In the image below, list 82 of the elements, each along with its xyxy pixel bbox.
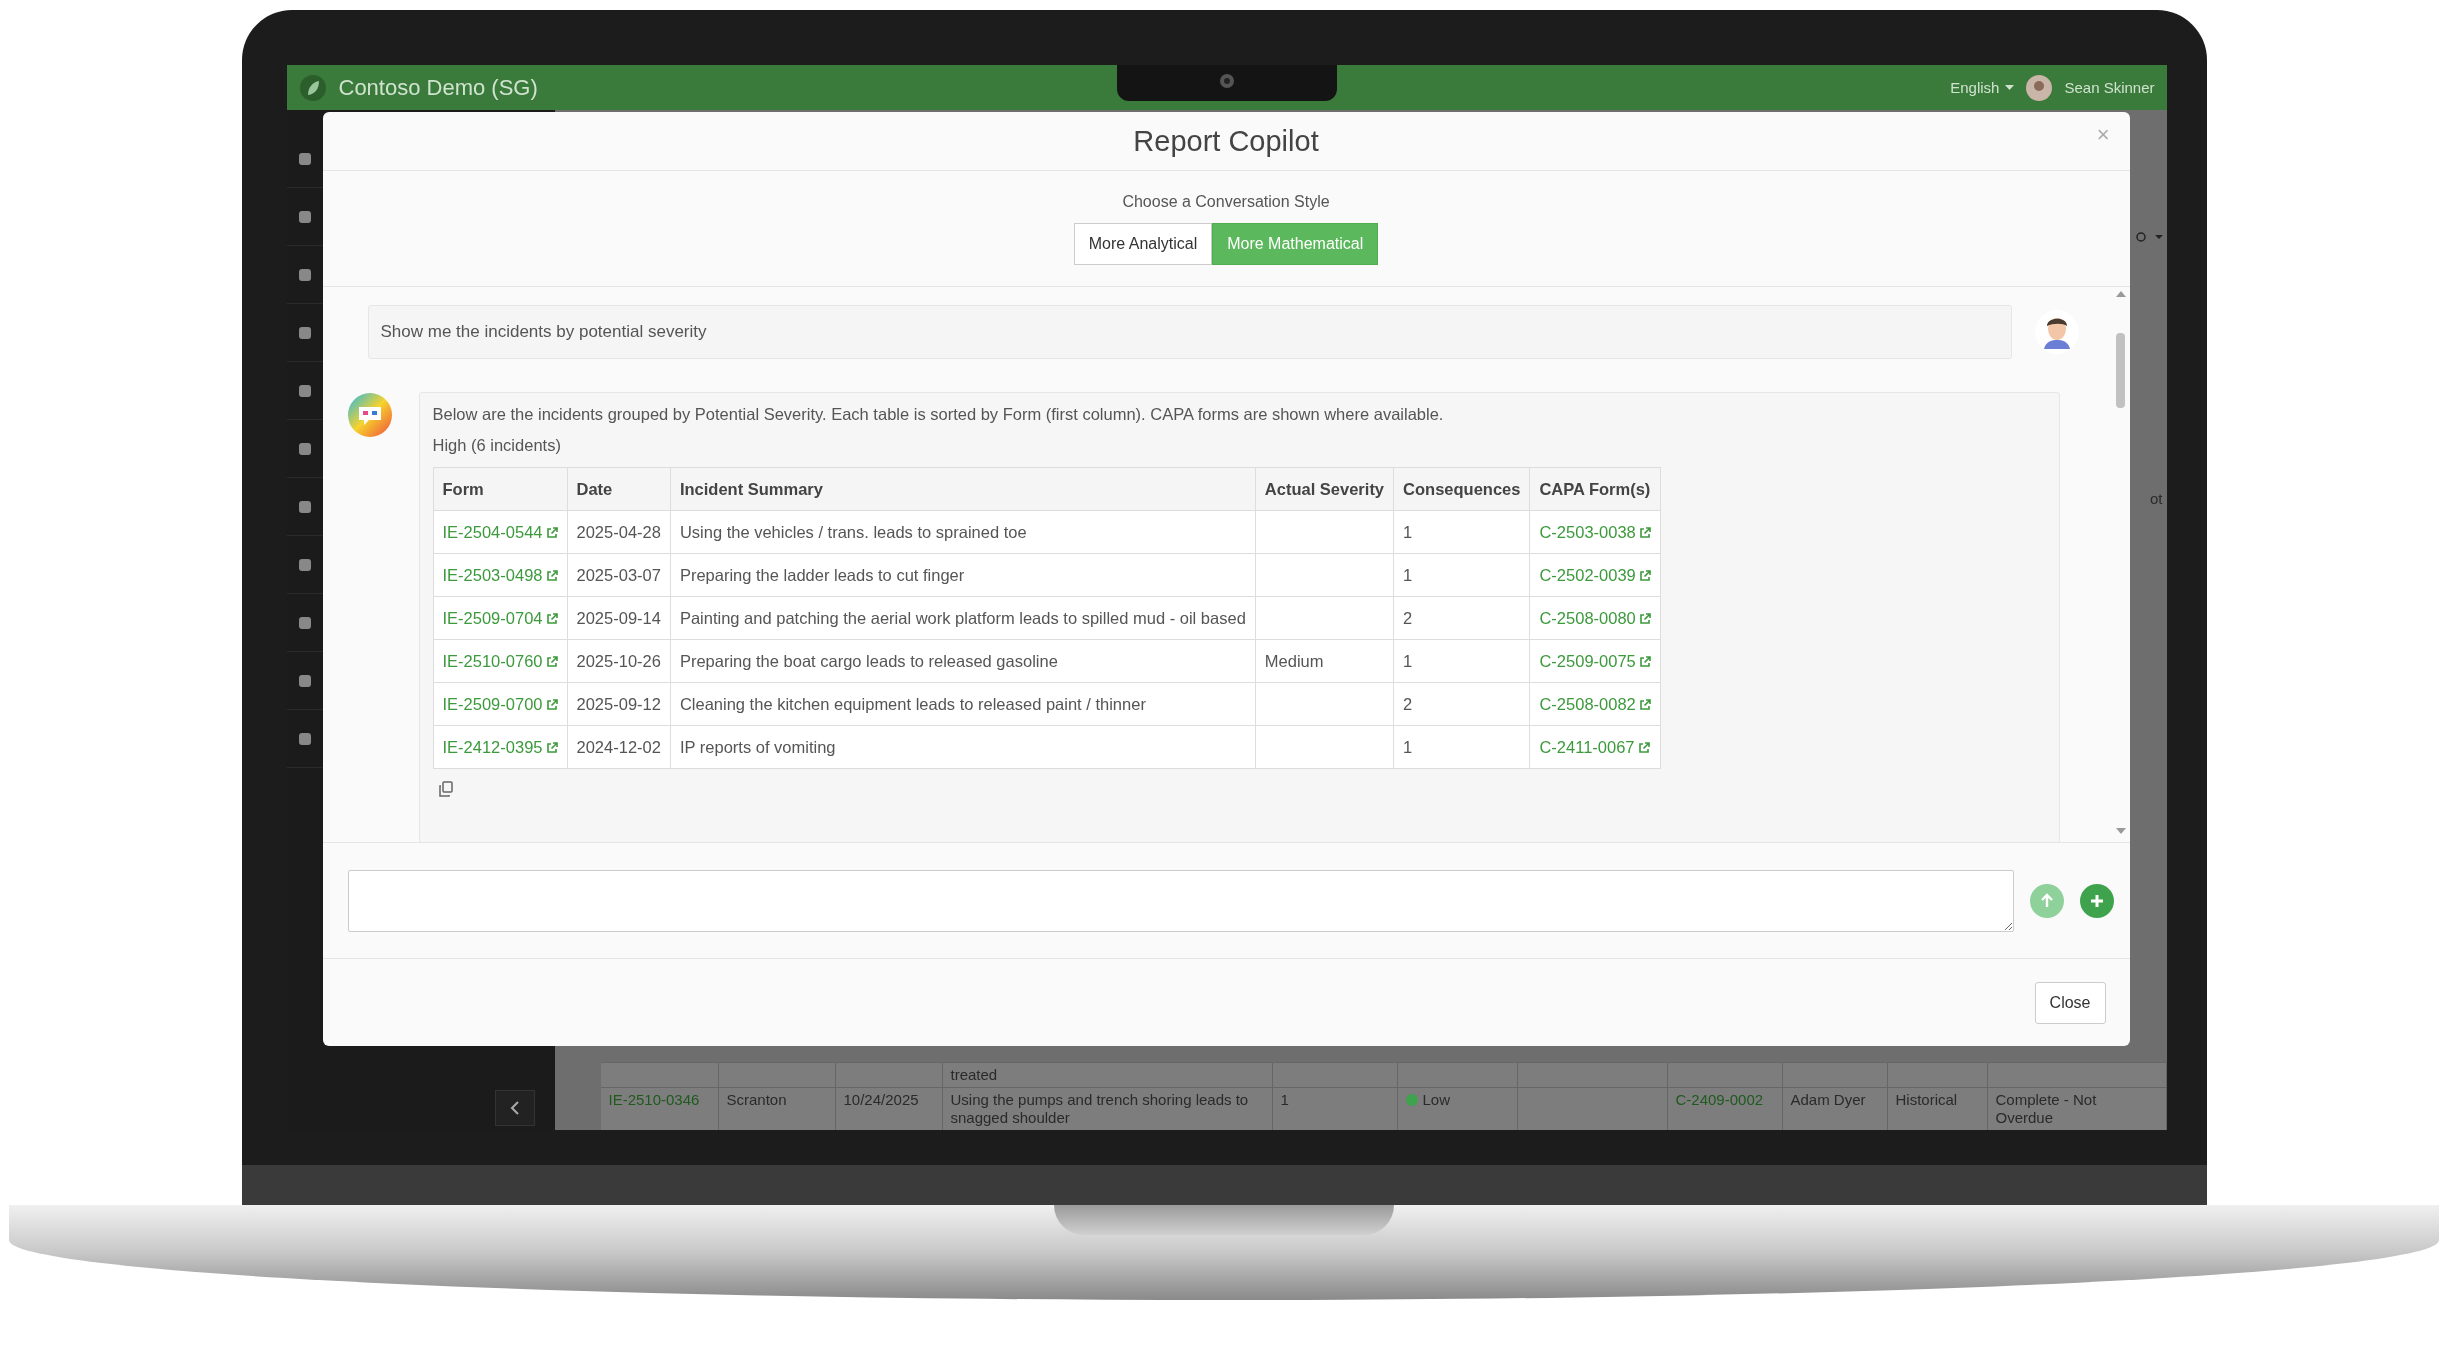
table-cell: 2 [1393,682,1530,726]
form-link[interactable]: C-2509-0075 [1539,651,1651,670]
table-cell: 2025-09-14 [567,596,671,640]
table-cell: IP reports of vomiting [670,725,1256,769]
form-link[interactable]: C-2411-0067 [1539,737,1650,756]
column-header: Date [567,467,671,511]
camera-icon [1218,73,1235,89]
external-link-icon [1638,612,1651,625]
caret-icon [2005,84,2015,91]
form-link[interactable]: C-2502-0039 [1539,565,1651,584]
form-link[interactable]: IE-2412-0395 [442,737,558,756]
external-link-icon [545,612,558,625]
table-cell: Cleaning the kitchen equipment leads to released paint / thinner [670,682,1256,726]
column-header: Incident Summary [670,467,1256,511]
form-link[interactable]: C-2503-0038 [1539,522,1651,541]
user-name[interactable]: Sean Skinner [2064,79,2155,96]
style-option[interactable]: More Mathematical [1212,222,1379,265]
table-cell: Preparing the ladder leads to cut finger [670,553,1256,597]
table-cell: 1 [1393,510,1530,554]
table-cell: 2025-03-07 [567,553,671,597]
copy-icon[interactable] [437,781,454,797]
table-cell: 10/24/2025 [835,1088,943,1130]
external-link-icon [1638,655,1651,668]
message-text: Below are the incidents grouped by Potential Severity. Each table is sorted by Form (first column). CAPA forms are shown where available. [432,405,1444,424]
table-cell: 2025-09-12 [567,682,671,726]
column-header: Form [433,467,567,511]
form-link[interactable]: IE-2510-0760 [442,651,558,670]
table-cell: 1 [1393,639,1530,683]
form-link[interactable]: IE-2509-0704 [442,608,558,627]
table-cell: Medium [1255,639,1394,683]
external-link-icon [545,569,558,582]
collapse-button[interactable] [494,1090,535,1126]
language-menu[interactable]: English [1950,79,2000,96]
table-cell: 2025-04-28 [567,510,671,554]
column-header: Consequences [1393,467,1530,511]
chevron-left-icon [509,1101,520,1115]
external-link-icon [545,698,558,711]
table-cell: 1 [1393,725,1530,769]
leaf-logo-icon [298,73,327,102]
external-link-icon [545,526,558,539]
table-cell: 2025-10-26 [567,639,671,683]
app-title: Contoso Demo (SG) [338,74,538,101]
cell-text: ot [2150,490,2163,507]
table-cell: Scranton [718,1088,836,1130]
external-link-icon [1637,741,1650,754]
external-link-icon [1638,698,1651,711]
user-message: Show me the incidents by potential severity [367,305,2012,359]
external-link-icon [545,655,558,668]
column-header: CAPA Form(s) [1529,467,1661,511]
form-link[interactable]: IE-2504-0544 [442,522,558,541]
table-cell: Historical [1887,1088,1988,1130]
form-link[interactable]: IE-2509-0700 [442,694,558,713]
external-link-icon [1638,569,1651,582]
table-cell: Complete - Not Overdue [1987,1088,2167,1130]
table-cell: Using the vehicles / trans. leads to sprained toe [670,510,1256,554]
table-cell: 1 [1272,1088,1398,1130]
form-link[interactable]: IE-2503-0498 [442,565,558,584]
table-cell: 2024-12-02 [567,725,671,769]
form-link[interactable]: IE-2510-0346 [600,1088,719,1130]
form-link[interactable]: C-2508-0080 [1539,608,1651,627]
column-header: Actual Severity [1255,467,1394,511]
table-cell: 1 [1393,553,1530,597]
table-cell: Painting and patching the aerial work platform leads to spilled mud - oil based [670,596,1256,640]
table-cell: Preparing the boat cargo leads to released gasoline [670,639,1256,683]
bot-avatar-icon [346,392,393,438]
dialog-title: Report Copilot [1133,124,1319,158]
message-input[interactable] [347,869,2014,932]
user-avatar-icon[interactable] [2026,74,2053,101]
form-link[interactable]: C-2409-0002 [1667,1088,1783,1130]
external-link-icon [1638,526,1651,539]
table-cell: Low [1397,1088,1518,1130]
table-cell: 2 [1393,596,1530,640]
style-prompt: Choose a Conversation Style [1122,192,1330,211]
table-cell: Using the pumps and trench shoring leads to snagged shoulder [942,1088,1273,1130]
close-button[interactable]: Close [2034,981,2106,1024]
table-cell: Adam Dyer [1782,1088,1888,1130]
style-option[interactable]: More Analytical [1073,222,1213,265]
close-button[interactable]: × [2096,122,2110,148]
add-button[interactable] [2079,883,2114,918]
external-link-icon [545,741,558,754]
group-title: High (6 incidents) [432,436,561,455]
form-link[interactable]: C-2508-0082 [1539,694,1651,713]
